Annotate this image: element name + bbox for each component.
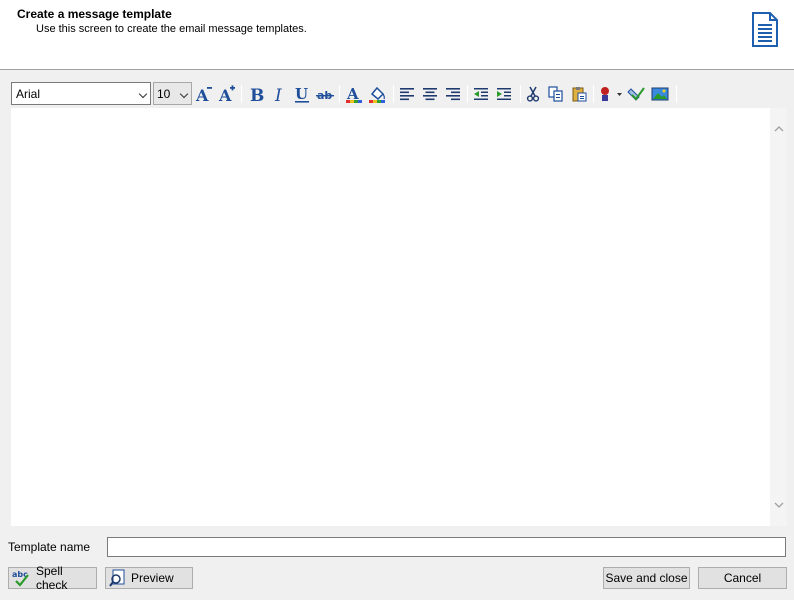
page-title: Create a message template <box>17 7 172 21</box>
italic-icon: I <box>274 86 282 103</box>
italic-button[interactable]: I <box>269 83 289 105</box>
highlight-button[interactable] <box>367 83 387 105</box>
toolbar-separator <box>467 85 468 103</box>
grow-font-button[interactable]: A <box>217 83 237 105</box>
align-left-button[interactable] <box>397 83 417 105</box>
chevron-down-icon <box>179 89 189 99</box>
spell-check-toolbar-button[interactable] <box>626 83 646 105</box>
font-size-value: 10 <box>157 87 171 101</box>
svg-text:A: A <box>195 86 209 103</box>
chevron-down-icon <box>138 89 148 99</box>
align-center-icon <box>423 88 437 101</box>
cut-icon <box>526 86 540 102</box>
chevron-up-icon <box>774 126 783 132</box>
header-panel: Create a message template Use this scree… <box>0 0 794 70</box>
bold-icon: B <box>250 86 264 103</box>
toolbar-separator <box>339 85 340 103</box>
save-and-close-button[interactable]: Save and close <box>603 567 690 589</box>
align-left-icon <box>400 88 414 101</box>
align-right-icon <box>446 88 460 101</box>
insert-field-icon <box>601 87 622 101</box>
cut-button[interactable] <box>523 83 543 105</box>
chevron-down-icon <box>774 502 783 508</box>
strikethrough-icon: ab <box>316 89 334 102</box>
underline-icon: U <box>295 85 309 103</box>
page-subtitle: Use this screen to create the email mess… <box>36 23 307 35</box>
formatting-toolbar: Arial 10 A A B I U ab A <box>10 82 682 107</box>
cancel-button[interactable]: Cancel <box>698 567 787 589</box>
outdent-button[interactable] <box>471 83 491 105</box>
indent-button[interactable] <box>494 83 514 105</box>
underline-button[interactable]: U <box>292 83 312 105</box>
font-family-value: Arial <box>16 87 41 101</box>
spell-check-label: Spell check <box>36 564 68 592</box>
bold-button[interactable]: B <box>246 83 266 105</box>
svg-text:B: B <box>250 86 264 103</box>
toolbar-separator <box>520 85 521 103</box>
font-size-select[interactable]: 10 <box>153 82 192 105</box>
paste-icon <box>572 87 587 102</box>
insert-field-button[interactable] <box>597 83 625 105</box>
preview-icon <box>109 569 127 587</box>
copy-icon <box>548 86 563 102</box>
toolbar-separator <box>393 85 394 103</box>
align-right-button[interactable] <box>443 83 463 105</box>
template-name-input[interactable] <box>107 537 786 557</box>
preview-button[interactable]: Preview <box>105 567 193 589</box>
scroll-down-button[interactable] <box>770 497 787 514</box>
highlight-icon <box>369 86 385 103</box>
strikethrough-button[interactable]: ab <box>315 83 335 105</box>
toolbar-separator <box>593 85 594 103</box>
font-family-select[interactable]: Arial <box>11 82 151 105</box>
insert-image-icon <box>651 87 669 101</box>
outdent-icon <box>474 88 488 100</box>
insert-image-button[interactable] <box>650 83 670 105</box>
toolbar-separator <box>676 85 677 103</box>
align-center-button[interactable] <box>420 83 440 105</box>
spell-check-button[interactable]: abc Spell check <box>8 564 97 592</box>
shrink-font-icon: A <box>195 86 212 103</box>
message-editor[interactable] <box>11 108 787 526</box>
indent-icon <box>497 88 511 100</box>
font-color-button[interactable]: A <box>344 83 364 105</box>
toolbar-separator <box>241 85 242 103</box>
svg-text:U: U <box>295 85 308 103</box>
spell-check-icon: abc <box>12 569 32 587</box>
paste-button[interactable] <box>569 83 589 105</box>
scroll-up-button[interactable] <box>770 120 787 137</box>
grow-font-icon: A <box>218 85 235 103</box>
shrink-font-button[interactable]: A <box>194 83 214 105</box>
editor-scrollbar[interactable] <box>770 108 787 526</box>
template-name-label: Template name <box>8 540 91 554</box>
svg-text:I: I <box>274 86 282 103</box>
copy-button[interactable] <box>546 83 566 105</box>
document-icon <box>750 12 780 48</box>
spell-check-icon <box>627 87 645 101</box>
svg-text:A: A <box>218 86 232 103</box>
font-color-icon: A <box>346 85 362 103</box>
preview-label: Preview <box>131 571 174 585</box>
